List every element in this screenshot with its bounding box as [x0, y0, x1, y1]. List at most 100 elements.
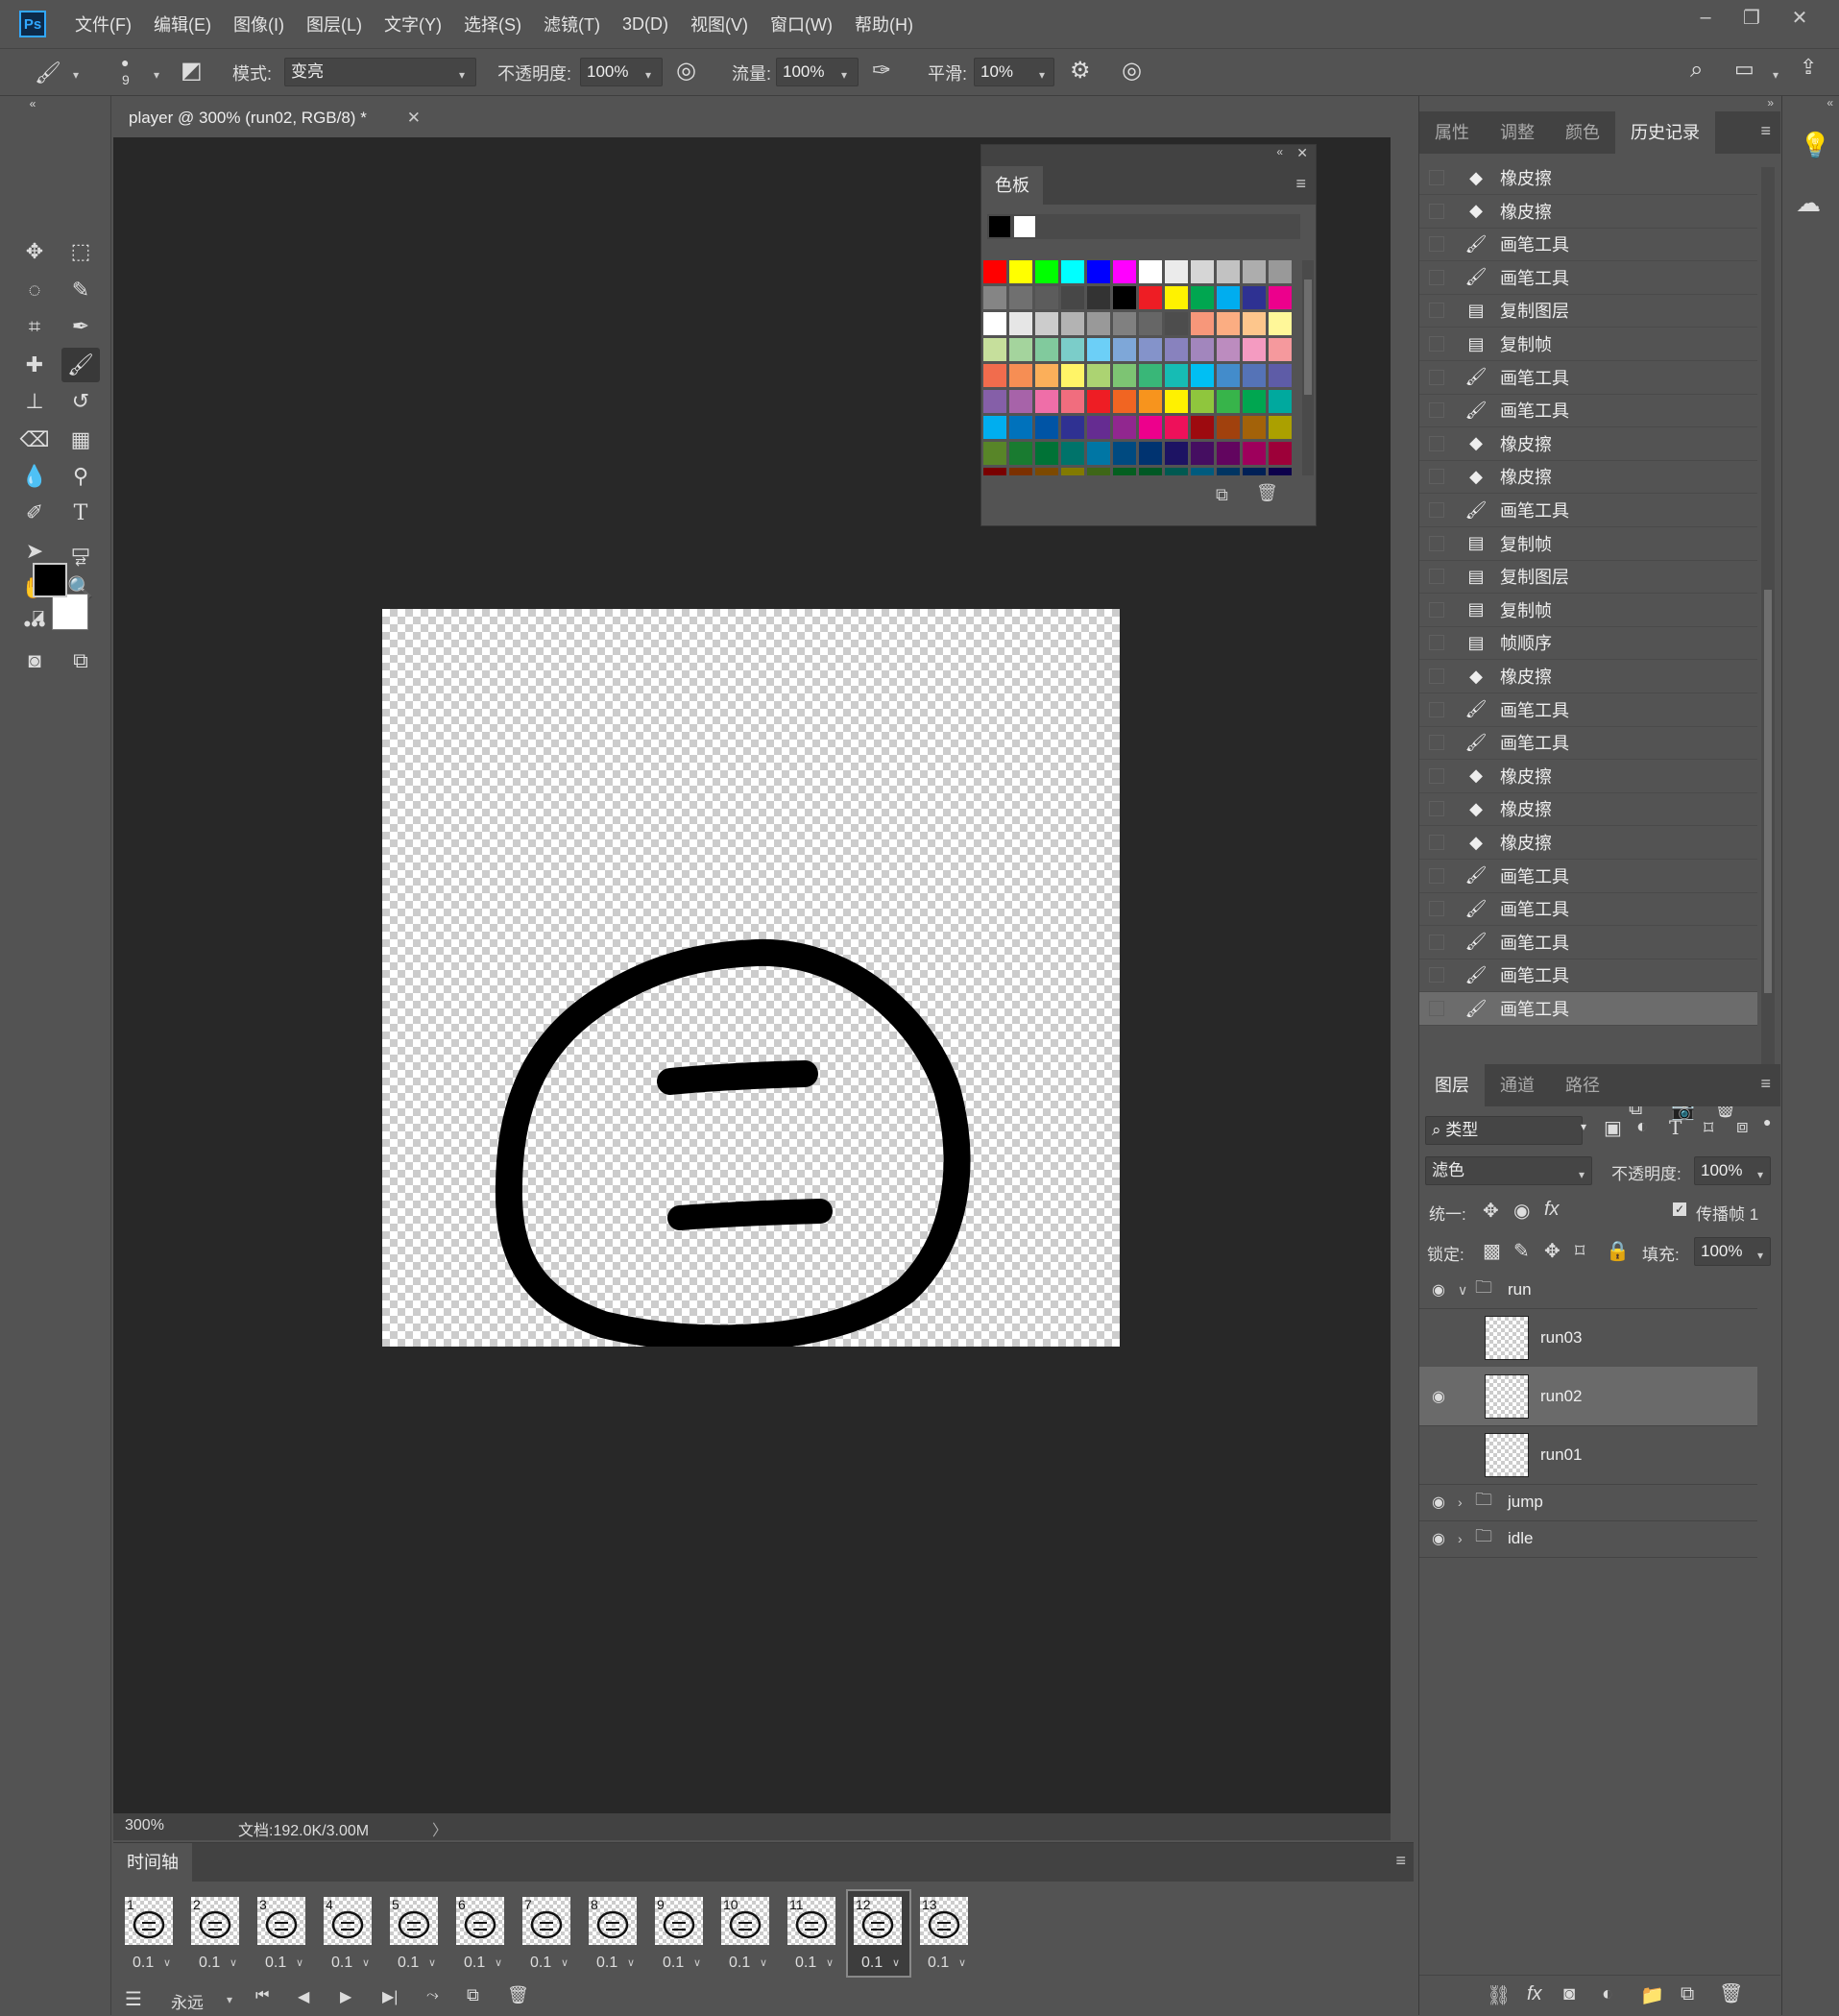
- color-swatch[interactable]: [1269, 312, 1292, 335]
- history-state[interactable]: 🖌 画笔工具: [1419, 926, 1757, 959]
- color-swatch[interactable]: [1165, 416, 1188, 439]
- move-tool-icon[interactable]: ✥: [15, 234, 54, 269]
- unify-visibility-icon[interactable]: ◉: [1513, 1199, 1530, 1223]
- propagate-frame-checkbox[interactable]: ✓: [1673, 1202, 1686, 1216]
- color-swatch[interactable]: [1243, 286, 1266, 309]
- history-snapshot-checkbox[interactable]: [1429, 535, 1444, 551]
- history-state[interactable]: 🖌 画笔工具: [1419, 693, 1757, 727]
- animation-frame[interactable]: 7 0.1 ∨: [517, 1891, 578, 1976]
- airbrush-icon[interactable]: ✑: [872, 57, 891, 85]
- collapse-icon[interactable]: »: [1767, 96, 1774, 109]
- chevron-down-icon[interactable]: ▾: [227, 1993, 232, 2006]
- first-frame-icon[interactable]: ⏮: [255, 1987, 269, 2004]
- new-group-icon[interactable]: 📁: [1640, 1983, 1664, 2007]
- pressure-opacity-icon[interactable]: ◎: [676, 57, 696, 85]
- adjustment-filter-icon[interactable]: ◐: [1636, 1116, 1648, 1138]
- recent-swatch-black[interactable]: [989, 216, 1010, 237]
- color-swatch[interactable]: [1269, 390, 1292, 413]
- chevron-right-icon[interactable]: 〉: [432, 1817, 448, 1840]
- history-snapshot-checkbox[interactable]: [1429, 369, 1444, 385]
- marquee-tool-icon[interactable]: ⬚: [61, 234, 100, 269]
- shape-filter-icon[interactable]: ⌑: [1704, 1116, 1713, 1140]
- brush-settings-icon[interactable]: ◩: [181, 57, 203, 85]
- history-snapshot-checkbox[interactable]: [1429, 269, 1444, 285]
- chevron-down-icon[interactable]: ∨: [760, 1956, 767, 1969]
- link-layers-icon[interactable]: ⛓: [1487, 1983, 1511, 2007]
- tab-color[interactable]: 颜色: [1550, 111, 1615, 154]
- play-icon[interactable]: ▶: [340, 1987, 351, 2006]
- color-swatch[interactable]: [1139, 286, 1162, 309]
- lock-transparent-icon[interactable]: ▩: [1483, 1239, 1501, 1263]
- animation-frame[interactable]: 5 0.1 ∨: [384, 1891, 446, 1976]
- color-swatch[interactable]: [1113, 442, 1136, 465]
- chevron-down-icon[interactable]: ∨: [958, 1956, 966, 1969]
- gradient-tool-icon[interactable]: ▦: [61, 423, 100, 457]
- chevron-right-icon[interactable]: ›: [1458, 1494, 1475, 1510]
- libraries-icon[interactable]: ☁: [1796, 188, 1821, 218]
- color-swatch[interactable]: [1113, 468, 1136, 475]
- color-swatch[interactable]: [1035, 442, 1058, 465]
- unify-position-icon[interactable]: ✥: [1483, 1199, 1499, 1223]
- color-swatch[interactable]: [1035, 312, 1058, 335]
- color-swatch[interactable]: [1087, 416, 1110, 439]
- layer-style-icon[interactable]: fx: [1527, 1983, 1542, 2005]
- chevron-down-icon[interactable]: ▾: [841, 68, 847, 82]
- color-swatch[interactable]: [1035, 390, 1058, 413]
- frame-delay[interactable]: 0.1: [265, 1955, 286, 1972]
- history-state[interactable]: ◆ 橡皮擦: [1419, 660, 1757, 693]
- color-swatch[interactable]: [1113, 364, 1136, 387]
- color-swatch[interactable]: [1009, 416, 1032, 439]
- color-swatch[interactable]: [1139, 260, 1162, 283]
- frame-delay[interactable]: 0.1: [729, 1955, 750, 1972]
- color-swatch[interactable]: [983, 468, 1006, 475]
- history-snapshot-checkbox[interactable]: [1429, 967, 1444, 984]
- color-swatch[interactable]: [1243, 338, 1266, 361]
- frame-delay[interactable]: 0.1: [530, 1955, 551, 1972]
- color-swatch[interactable]: [983, 442, 1006, 465]
- color-swatch[interactable]: [1165, 442, 1188, 465]
- frame-delay[interactable]: 0.1: [398, 1955, 419, 1972]
- chevron-down-icon[interactable]: ▾: [1757, 1249, 1763, 1262]
- color-swatch[interactable]: [1009, 390, 1032, 413]
- blend-mode-select[interactable]: 滤色: [1425, 1156, 1592, 1185]
- color-swatch[interactable]: [1243, 416, 1266, 439]
- stamp-tool-icon[interactable]: ⊥: [15, 384, 54, 419]
- history-snapshot-checkbox[interactable]: [1429, 867, 1444, 884]
- chevron-down-icon[interactable]: ∨: [693, 1956, 701, 1969]
- history-state[interactable]: 🖌 画笔工具: [1419, 261, 1757, 295]
- layer-name[interactable]: idle: [1508, 1529, 1533, 1548]
- color-swatch[interactable]: [1061, 442, 1084, 465]
- color-swatch[interactable]: [1113, 286, 1136, 309]
- menu-3d[interactable]: 3D(D): [622, 14, 668, 35]
- eye-icon[interactable]: ◉: [1419, 1493, 1458, 1512]
- history-state[interactable]: ▤ 复制图层: [1419, 294, 1757, 328]
- history-state[interactable]: 🖌 画笔工具: [1419, 860, 1757, 893]
- color-swatch[interactable]: [1217, 338, 1240, 361]
- history-state[interactable]: 🖌 画笔工具: [1419, 892, 1757, 927]
- history-state[interactable]: ▤ 帧顺序: [1419, 626, 1757, 661]
- color-swatch[interactable]: [1061, 390, 1084, 413]
- color-swatch[interactable]: [1243, 364, 1266, 387]
- color-swatch[interactable]: [1217, 312, 1240, 335]
- color-swatch[interactable]: [983, 260, 1006, 283]
- color-swatch[interactable]: [1269, 260, 1292, 283]
- color-swatch[interactable]: [1191, 390, 1214, 413]
- color-swatch[interactable]: [1139, 364, 1162, 387]
- chevron-down-icon[interactable]: ▾: [645, 68, 651, 82]
- color-swatch[interactable]: [1061, 416, 1084, 439]
- color-swatch[interactable]: [1035, 468, 1058, 475]
- history-scrollbar[interactable]: [1761, 167, 1775, 1089]
- color-swatch[interactable]: [1035, 338, 1058, 361]
- new-layer-icon[interactable]: ⧉: [1681, 1983, 1694, 2005]
- crop-tool-icon[interactable]: ⌗: [15, 309, 54, 344]
- frame-delay[interactable]: 0.1: [331, 1955, 352, 1972]
- collapse-icon[interactable]: «: [1276, 145, 1283, 158]
- frame-delay[interactable]: 0.1: [133, 1955, 154, 1972]
- recent-swatch-white[interactable]: [1014, 216, 1035, 237]
- brush-tool-icon[interactable]: 🖌: [61, 348, 100, 382]
- expand-icon[interactable]: «: [1827, 96, 1833, 109]
- timeline-tab[interactable]: 时间轴: [113, 1843, 192, 1882]
- layer-row[interactable]: run03: [1419, 1308, 1757, 1368]
- collapse-icon[interactable]: «: [13, 96, 52, 111]
- history-state[interactable]: 🖌 画笔工具: [1419, 394, 1757, 428]
